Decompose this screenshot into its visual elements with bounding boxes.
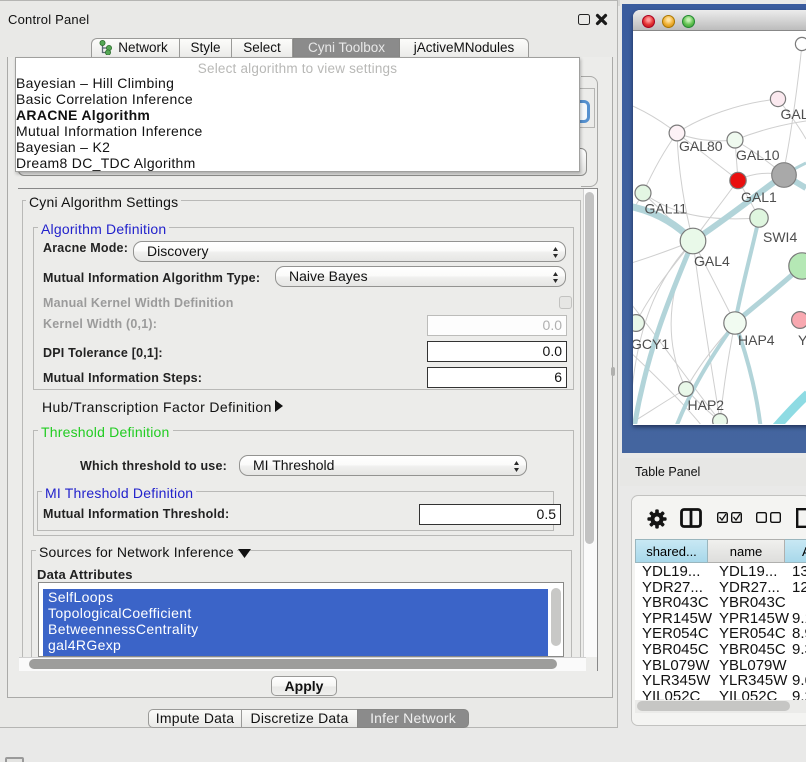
svg-text:YJ: YJ (798, 332, 806, 348)
svg-text:GAL7: GAL7 (781, 106, 806, 122)
svg-text:GCY1: GCY1 (633, 336, 669, 352)
svg-text:GAL80: GAL80 (679, 138, 723, 154)
svg-text:SWI4: SWI4 (763, 229, 797, 245)
svg-text:GAL11: GAL11 (645, 201, 688, 217)
svg-text:GAL1: GAL1 (741, 189, 777, 205)
svg-text:HAP4: HAP4 (738, 332, 775, 348)
svg-text:GAL10: GAL10 (736, 147, 780, 163)
svg-text:GAL4: GAL4 (694, 253, 730, 269)
svg-text:HAP2: HAP2 (688, 397, 725, 413)
